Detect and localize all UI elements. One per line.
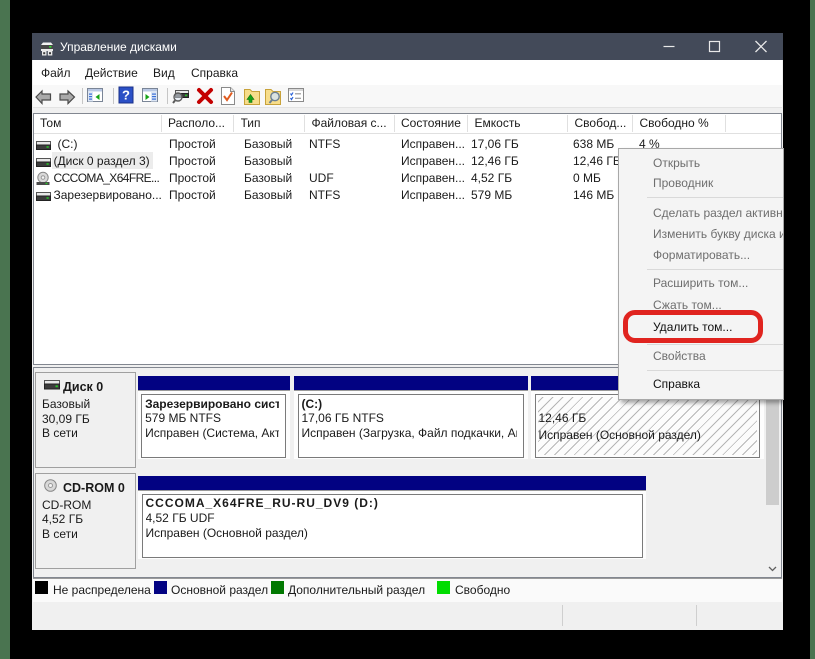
svg-text:?: ? [122, 88, 130, 103]
